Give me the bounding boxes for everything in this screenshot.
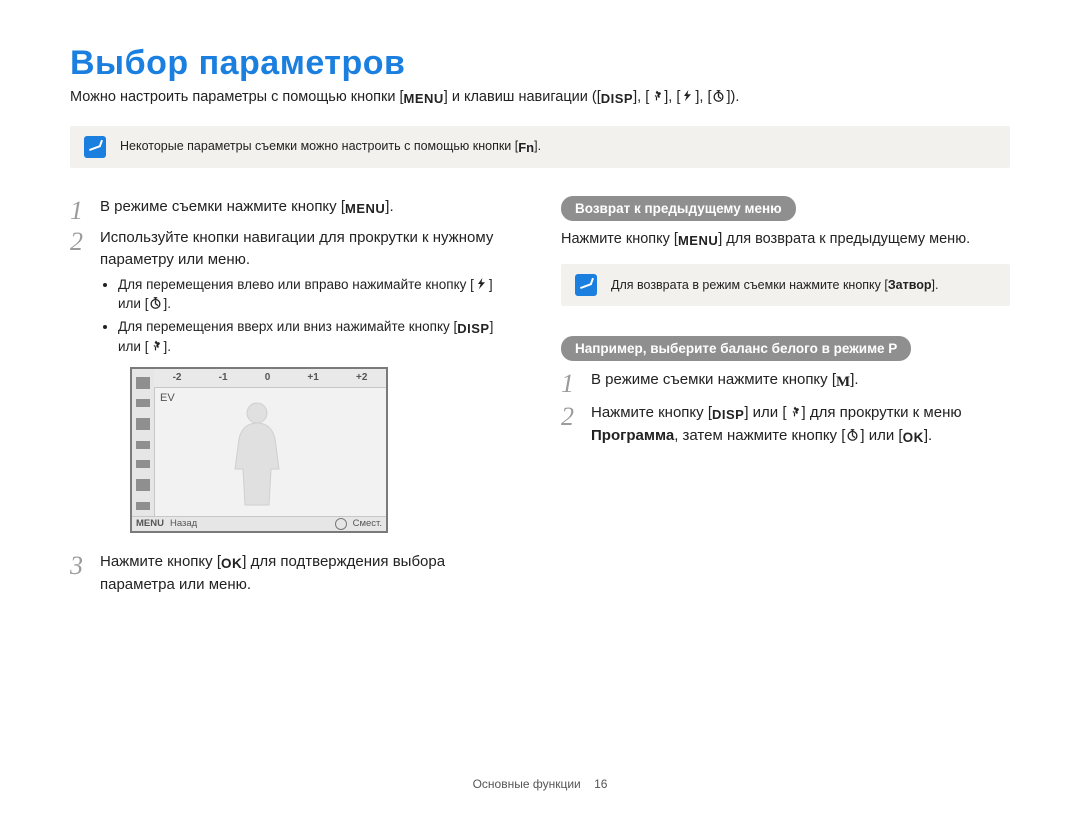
menu-key: MENU [404, 91, 444, 106]
subsection-pill: Например, выберите баланс белого в режим… [561, 336, 911, 361]
right-steps: В режиме съемки нажмите кнопку [M]. Нажм… [561, 369, 1010, 447]
disp-key: DISP [712, 406, 744, 425]
nav-circle-icon [335, 518, 347, 530]
flower-icon [649, 89, 664, 103]
note-box: Некоторые параметры съемки можно настрои… [70, 126, 1010, 168]
lcd-move-label: Смест. [353, 517, 382, 531]
return-block: Возврат к предыдущему меню Нажмите кнопк… [561, 196, 1010, 306]
timer-icon [148, 296, 163, 310]
sub-ud: Для перемещения вверх или вниз нажимайте… [118, 318, 519, 357]
intro-text: Можно настроить параметры с помощью кноп… [70, 89, 404, 105]
step-3: Нажмите кнопку [OK] для подтверждения вы… [70, 551, 519, 595]
page-title: Выбор параметров [70, 44, 1010, 83]
intro-text: ]). [726, 89, 739, 105]
side-icon [136, 418, 150, 430]
note-text: Некоторые параметры съемки можно настрои… [120, 139, 541, 155]
intro-text: ] и клавиш навигации ([ [444, 89, 601, 105]
side-icon [136, 377, 150, 389]
side-icon [136, 399, 150, 407]
tick: +1 [307, 371, 318, 386]
lcd-silhouette [222, 399, 292, 509]
manual-page: Выбор параметров Можно настроить парамет… [0, 0, 1080, 815]
note-text: Для возврата в режим съемки нажмите кноп… [611, 278, 939, 292]
sub-lr: Для перемещения влево или вправо нажимай… [118, 276, 519, 314]
program-label: Программа [591, 427, 674, 444]
menu-key: MENU [345, 200, 385, 219]
left-column: В режиме съемки нажмите кнопку [MENU]. И… [70, 196, 519, 604]
step-2-sublist: Для перемещения влево или вправо нажимай… [100, 276, 519, 357]
flower-icon [148, 339, 163, 353]
ok-key: OK [221, 554, 242, 574]
tick: -1 [219, 371, 228, 386]
left-steps: В режиме съемки нажмите кнопку [MENU]. И… [70, 196, 519, 596]
m-key: M [836, 372, 850, 394]
step-1: В режиме съемки нажмите кнопку [M]. [561, 369, 1010, 394]
note-icon [84, 136, 106, 158]
lcd-illustration: -2 -1 0 +1 +2 EV [130, 367, 392, 533]
fn-key: Fn [518, 140, 534, 155]
lcd-side-icons [132, 369, 155, 517]
shutter-key: Затвор [888, 278, 932, 292]
note-icon [575, 274, 597, 296]
menu-key: MENU [678, 232, 718, 250]
lcd-ev-label: EV [160, 391, 175, 407]
ok-key: OK [903, 428, 924, 448]
flash-icon [474, 277, 489, 291]
intro-line: Можно настроить параметры с помощью кноп… [70, 89, 1010, 106]
return-text: Нажмите кнопку [MENU] для возврата к пре… [561, 229, 1010, 250]
example-block: Например, выберите баланс белого в режим… [561, 336, 1010, 447]
footer-section: Основные функции [473, 777, 581, 791]
disp-key: DISP [601, 91, 633, 106]
side-icon [136, 479, 150, 491]
flash-icon [680, 89, 695, 103]
lcd-menu-label: MENU [136, 517, 164, 531]
content-columns: В режиме съемки нажмите кнопку [MENU]. И… [70, 196, 1010, 604]
disp-key: DISP [457, 320, 489, 338]
side-icon [136, 441, 150, 449]
flower-icon [787, 405, 802, 419]
tick: -2 [173, 371, 182, 386]
lcd-topbar: -2 -1 0 +1 +2 [154, 369, 386, 388]
note-box: Для возврата в режим съемки нажмите кноп… [561, 264, 1010, 306]
side-icon [136, 460, 150, 468]
step-2: Нажмите кнопку [DISP] или [] для прокрут… [561, 402, 1010, 447]
step-1: В режиме съемки нажмите кнопку [MENU]. [70, 196, 519, 219]
timer-icon [845, 428, 860, 442]
lcd-bottom-bar: MENU Назад Смест. [132, 516, 386, 531]
right-column: Возврат к предыдущему меню Нажмите кнопк… [561, 196, 1010, 604]
tick: +2 [356, 371, 367, 386]
subsection-pill: Возврат к предыдущему меню [561, 196, 796, 221]
step-2: Используйте кнопки навигации для прокрут… [70, 227, 519, 533]
lcd-back-label: Назад [170, 517, 197, 531]
timer-icon [711, 89, 726, 103]
tick: 0 [265, 371, 271, 386]
side-icon [136, 502, 150, 510]
page-footer: Основные функции 16 [0, 777, 1080, 791]
footer-page: 16 [594, 777, 607, 791]
